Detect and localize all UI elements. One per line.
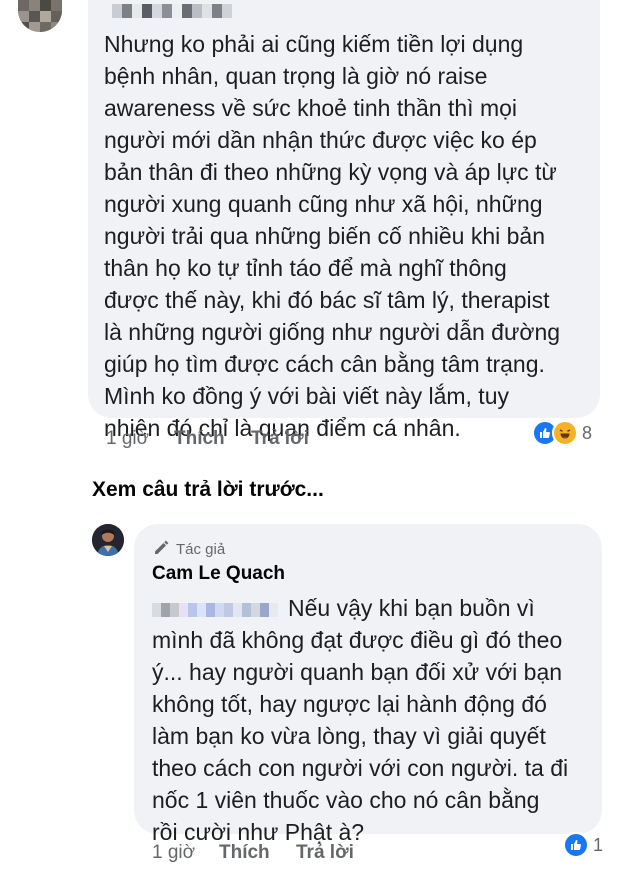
reply-button[interactable]: Trả lời: [296, 842, 354, 864]
commenter-name[interactable]: Cam Le Quach: [152, 563, 285, 585]
reaction-summary[interactable]: 8: [532, 420, 592, 446]
author-avatar[interactable]: [92, 524, 124, 556]
reply-text: Nếu vậy khi bạn buồn vì mình đã không đạ…: [152, 595, 569, 845]
avatar[interactable]: [18, 0, 62, 32]
like-button[interactable]: Thích: [174, 428, 225, 450]
view-previous-replies-link[interactable]: Xem câu trả lời trước...: [92, 478, 324, 502]
mention-blurred[interactable]: [152, 602, 278, 617]
comment-time[interactable]: 1 giờ: [152, 842, 195, 864]
reply-button[interactable]: Trả lời: [251, 428, 309, 450]
author-badge: Tác giả: [152, 538, 225, 560]
reaction-count: 1: [593, 834, 604, 855]
comment-time[interactable]: 1 giờ: [106, 428, 149, 450]
reaction-summary[interactable]: 1: [563, 832, 603, 858]
like-icon: [563, 832, 589, 858]
pencil-icon: [152, 538, 170, 560]
haha-icon: [552, 420, 578, 446]
commenter-name-blurred[interactable]: [112, 4, 232, 18]
comment-text: Nhưng ko phải ai cũng kiếm tiền lợi dụng…: [104, 31, 561, 441]
author-badge-label: Tác giả: [176, 540, 226, 558]
like-button[interactable]: Thích: [219, 842, 270, 864]
reaction-count: 8: [582, 422, 593, 443]
